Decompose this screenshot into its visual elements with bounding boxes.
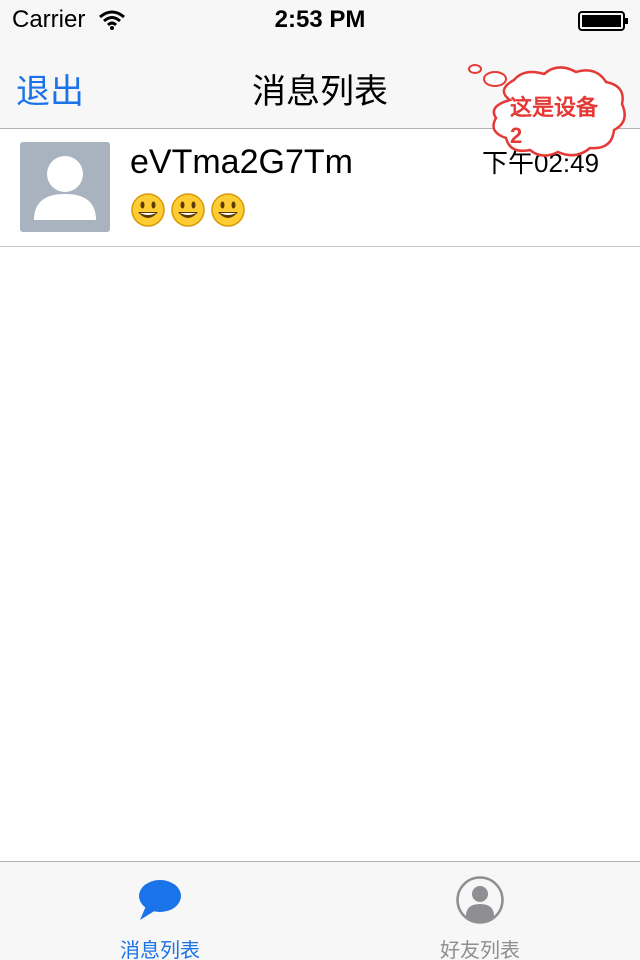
smiley-emoji-icon: [211, 193, 245, 227]
smiley-emoji-icon: [131, 193, 165, 227]
contact-name: eVTma2G7Tm: [130, 143, 353, 181]
tab-bar: 消息列表 好友列表: [0, 861, 640, 960]
status-bar: Carrier 2:53 PM: [0, 0, 640, 40]
tab-label: 好友列表: [440, 940, 520, 960]
annotation-text: 这是设备2: [510, 95, 599, 148]
tab-messages[interactable]: 消息列表: [0, 862, 320, 960]
smiley-emoji-icon: [171, 193, 205, 227]
tab-friends[interactable]: 好友列表: [320, 862, 640, 960]
chat-bubble-icon: [139, 880, 181, 920]
clock: 2:53 PM: [274, 6, 366, 33]
default-avatar-icon: [34, 156, 96, 220]
battery-icon: [578, 11, 628, 31]
tab-label: 消息列表: [120, 940, 200, 960]
contact-icon: [456, 876, 504, 924]
avatar: [20, 142, 110, 232]
message-preview: [130, 192, 246, 228]
screen: Carrier 2:53 PM 退出 消息列表 eVTma2G7Tm 下午02:…: [0, 0, 640, 960]
